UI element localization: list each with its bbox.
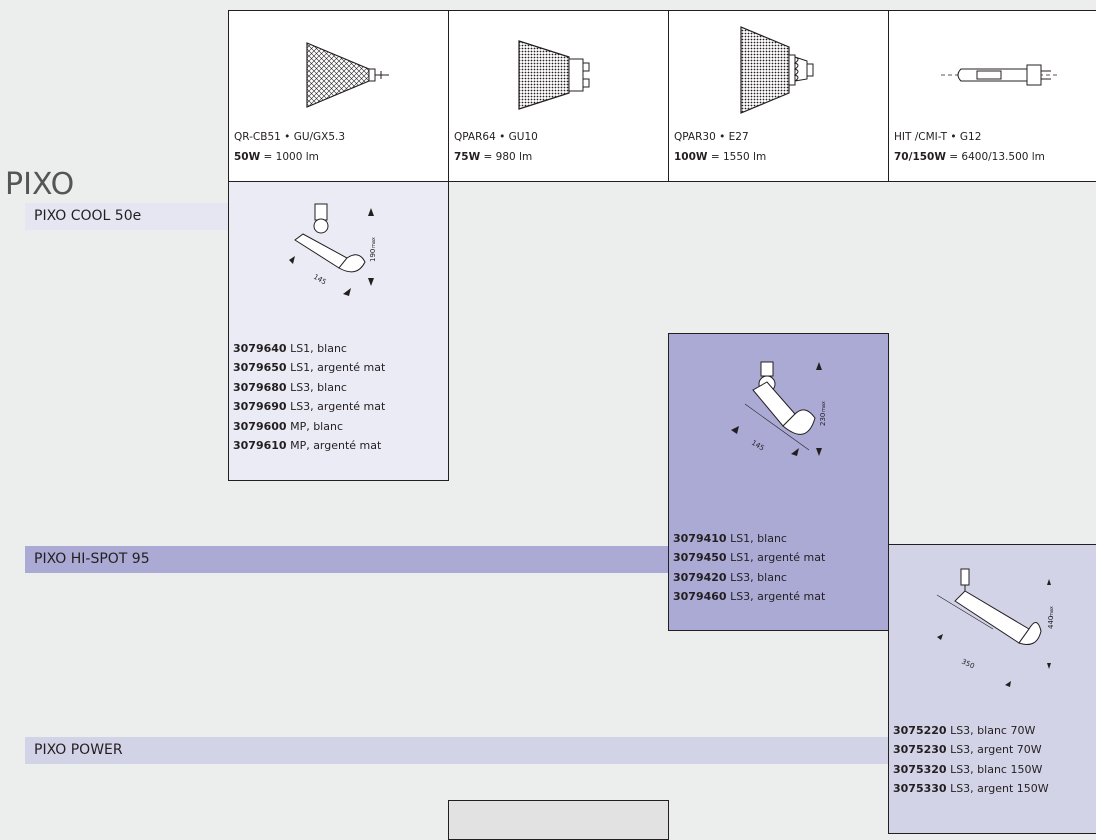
dimension-max-cool: max <box>371 237 377 248</box>
lamp-rating-mr16: 50W = 1000 lm <box>234 151 319 163</box>
product-cell-hispot: 230 max 145 3079410 LS1, blanc 3079450 L… <box>668 333 889 631</box>
dimension-max-hispot: max <box>821 401 827 412</box>
spotlight-cool-drawing-icon: 190 max 145 <box>289 203 377 296</box>
product-name-cool: PIXO COOL 50e <box>34 208 142 224</box>
dimension-height-hispot: 230 <box>819 413 827 426</box>
lamp-cell-hit: HIT /CMI-T • G12 70/150W = 6400/13.500 l… <box>888 10 1096 182</box>
lamp-cell-mr16: QR-CB51 • GU/GX5.3 50W = 1000 lm <box>228 10 449 182</box>
list-item: 3079600 MP, blanc <box>233 419 343 433</box>
lamp-name-par30: QPAR30 • E27 <box>674 131 749 143</box>
lamp-cell-par16: QPAR64 • GU10 75W = 980 lm <box>448 10 669 182</box>
product-strip-hispot: PIXO HI-SPOT 95 <box>25 546 680 573</box>
list-item: 3079450 LS1, argenté mat <box>673 551 826 565</box>
dimension-length-cool: 145 <box>312 273 328 287</box>
list-item: 3079610 MP, argenté mat <box>233 439 382 453</box>
spotlight-hispot-drawing-icon: 230 max 145 <box>731 361 827 456</box>
par16-gu10-lamp-icon <box>518 40 590 110</box>
family-title: PIXO <box>5 167 75 202</box>
list-item: 3079420 LS3, blanc <box>673 570 787 584</box>
product-cell-power: 440 max 350 3075220 LS3, blanc 70W 30752… <box>888 544 1096 834</box>
code-list-hispot: 3079410 LS1, blanc 3079450 LS1, argenté … <box>673 529 825 607</box>
list-item: 3075330 LS3, argent 150W <box>893 782 1049 796</box>
list-item: 3079650 LS1, argenté mat <box>233 361 386 375</box>
lamp-rating-par30: 100W = 1550 lm <box>674 151 767 163</box>
code-list-power: 3075220 LS3, blanc 70W 3075230 LS3, arge… <box>893 721 1049 799</box>
lamp-name-mr16: QR-CB51 • GU/GX5.3 <box>234 131 346 143</box>
lamp-rating-par16: 75W = 980 lm <box>454 151 533 163</box>
dimension-length-power: 350 <box>960 658 976 671</box>
dimension-max-power: max <box>1049 606 1055 617</box>
lamp-name-hit: HIT /CMI-T • G12 <box>894 131 982 143</box>
par30-e27-lamp-icon <box>740 26 814 114</box>
product-name-power: PIXO POWER <box>34 742 123 758</box>
list-item: 3075220 LS3, blanc 70W <box>893 724 1036 737</box>
spotlight-power-drawing-icon: 440 max 350 <box>936 568 1055 687</box>
product-strip-power: PIXO POWER <box>25 737 900 764</box>
list-item: 3075230 LS3, argent 70W <box>893 743 1042 757</box>
empty-cell-bottom <box>448 800 669 840</box>
lamp-rating-hit: 70/150W = 6400/13.500 lm <box>894 151 1045 163</box>
list-item: 3079410 LS1, blanc <box>673 532 787 545</box>
metal-halide-g12-lamp-icon <box>941 64 1059 86</box>
list-item: 3075320 LS3, blanc 150W <box>893 762 1043 776</box>
lamp-name-par16: QPAR64 • GU10 <box>454 131 538 143</box>
code-list-cool: 3079640 LS1, blanc 3079650 LS1, argenté … <box>233 339 385 455</box>
dimension-height-cool: 190 <box>369 249 377 262</box>
mr16-reflector-lamp-icon <box>306 42 389 108</box>
list-item: 3079690 LS3, argenté mat <box>233 400 386 414</box>
product-cell-cool: 190 max 145 3079640 LS1, blanc 3079650 L… <box>228 181 449 481</box>
dimension-length-hispot: 145 <box>750 439 766 453</box>
list-item: 3079680 LS3, blanc <box>233 380 347 394</box>
list-item: 3079460 LS3, argenté mat <box>673 590 826 604</box>
product-strip-cool: PIXO COOL 50e <box>25 203 239 230</box>
list-item: 3079640 LS1, blanc <box>233 342 347 355</box>
lamp-cell-par30: QPAR30 • E27 100W = 1550 lm <box>668 10 889 182</box>
product-name-hispot: PIXO HI-SPOT 95 <box>34 551 150 567</box>
